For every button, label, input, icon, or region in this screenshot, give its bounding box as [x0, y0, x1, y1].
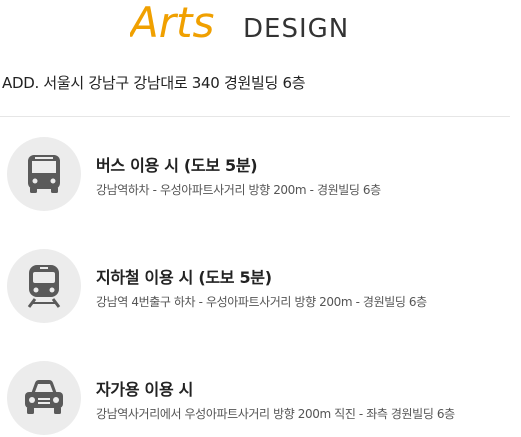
- subway-icon-circle: [7, 249, 81, 323]
- arts-design-logo: Arts DESIGN: [130, 0, 349, 46]
- car-icon: [25, 380, 63, 414]
- route-description: 강남역 4번출구 하차 - 우성아파트사거리 방향 200m - 경원빌딩 6층: [96, 295, 427, 309]
- address-text: ADD. 서울시 강남구 강남대로 340 경원빌딩 6층: [2, 74, 306, 92]
- route-description: 강남역사거리에서 우성아파트사거리 방향 200m 직진 - 좌측 경원빌딩 6…: [96, 407, 455, 421]
- logo[interactable]: Arts DESIGN: [0, 0, 521, 46]
- bus-icon: [28, 155, 60, 193]
- logo-sub-text: DESIGN: [243, 14, 349, 44]
- route-item-bus: 버스 이용 시 (도보 5분) 강남역하차 - 우성아파트사거리 방향 200m…: [7, 137, 521, 213]
- car-icon-circle: [7, 361, 81, 435]
- route-title: 자가용 이용 시: [96, 380, 194, 399]
- route-title: 버스 이용 시 (도보 5분): [96, 156, 258, 175]
- divider: [0, 116, 510, 117]
- route-item-car: 자가용 이용 시 강남역사거리에서 우성아파트사거리 방향 200m 직진 - …: [7, 361, 521, 437]
- route-description: 강남역하차 - 우성아파트사거리 방향 200m - 경원빌딩 6층: [96, 183, 381, 197]
- route-title: 지하철 이용 시 (도보 5분): [96, 268, 272, 287]
- route-item-subway: 지하철 이용 시 (도보 5분) 강남역 4번출구 하차 - 우성아파트사거리 …: [7, 249, 521, 325]
- bus-icon-circle: [7, 137, 81, 211]
- logo-main-text: Arts: [130, 0, 214, 46]
- subway-icon: [27, 265, 61, 308]
